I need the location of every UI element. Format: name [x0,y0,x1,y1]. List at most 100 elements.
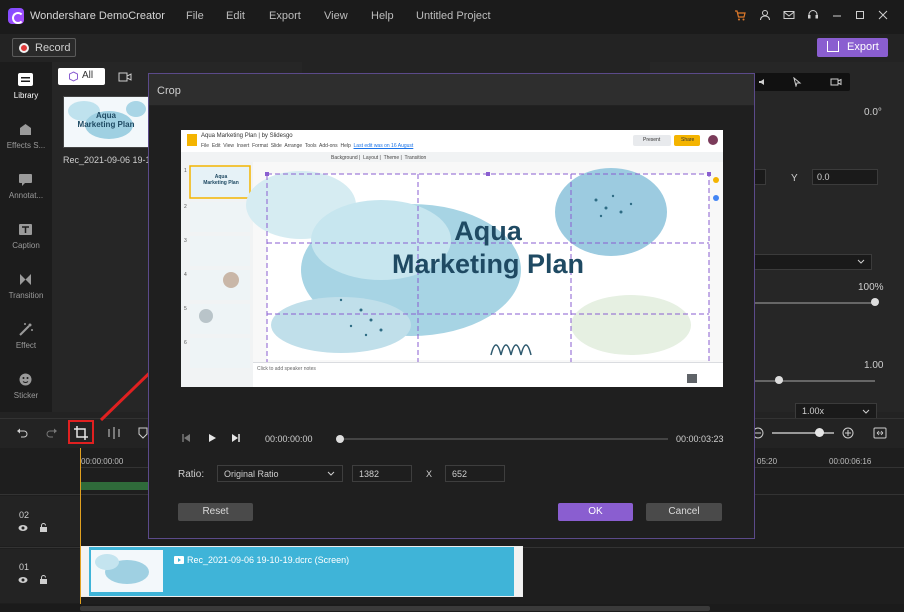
cancel-button[interactable]: Cancel [646,503,722,521]
ratio-select[interactable]: Original Ratio [217,465,343,482]
nav-effects-s-label: Effects S... [6,141,46,150]
menu-view[interactable]: View [324,10,348,22]
filmstrip-num-4: 4 [184,272,187,278]
video-tab-icon[interactable] [118,72,132,82]
title-bar: Wondershare DemoCreator File Edit Export… [0,0,904,34]
nav-transition[interactable]: Transition [0,266,52,314]
support-icon[interactable] [807,9,819,24]
timeline-scrollbar[interactable] [0,604,904,612]
nav-annotation-label: Annotat... [8,191,44,200]
mail-icon[interactable] [783,9,795,24]
clip-left-handle[interactable] [81,547,89,596]
lock-icon[interactable] [39,575,48,585]
ruler-time-start: 00:00:00:00 [81,457,124,466]
timeline-clip[interactable]: Rec_2021-09-06 19-10-19.dcrc (Screen) [80,546,523,597]
close-icon[interactable] [878,9,888,24]
nav-annotation[interactable]: Annotat... [0,166,52,214]
app-logo-icon [8,8,24,24]
slide-title-line-2: Marketing Plan [391,249,585,279]
lock-icon[interactable] [39,523,48,533]
speaker-notes: Click to add speaker notes [257,366,316,372]
eye-icon[interactable] [18,576,28,584]
user-icon[interactable] [759,9,771,24]
zoom-value: 1.00x [802,406,825,416]
menu-export[interactable]: Export [269,10,301,22]
play-icon[interactable] [207,433,217,443]
scale-slider[interactable] [755,302,875,304]
menu-file[interactable]: File [186,10,204,22]
cube-icon [69,71,78,82]
slides-toolbar: Background | Layout | Theme | Transition [331,155,427,161]
fit-timeline-icon[interactable] [873,427,887,439]
slides-menu-insert: Insert [236,143,250,149]
crop-width-value: 1382 [359,469,380,479]
thumb-title-1: Aqua [96,111,116,120]
library-clip-thumbnail[interactable]: Aqua Marketing Plan [63,96,149,148]
ruler-time-end: 00:00:06:16 [829,457,872,466]
clip-thumbnail [91,550,163,592]
app-window: Wondershare DemoCreator File Edit Export… [0,0,904,612]
app-name: Wondershare DemoCreator [30,10,165,22]
minimize-icon[interactable] [832,9,842,24]
zoom-in-icon[interactable] [842,427,854,439]
speed-slider-handle[interactable] [775,376,783,384]
record-button[interactable]: Record [12,38,76,57]
menu-edit[interactable]: Edit [226,10,245,22]
eye-icon[interactable] [18,524,28,532]
y-label: Y [791,173,798,184]
previous-frame-icon[interactable] [181,433,191,443]
slides-tool-layout: Layout [363,155,379,161]
project-title: Untitled Project [416,10,491,22]
annotation-icon [19,174,32,186]
zoom-select[interactable]: 1.00x [795,403,877,419]
filmstrip-num-6: 6 [184,340,187,346]
ratio-label: Ratio: [178,469,205,480]
speed-slider[interactable] [755,380,875,382]
export-button[interactable]: Export [817,38,888,57]
slides-menu-file: File [201,143,210,149]
webcam-icon[interactable] [830,77,842,87]
redo-icon[interactable] [46,427,58,439]
scrollbar-thumb[interactable] [80,606,710,611]
ok-button[interactable]: OK [558,503,633,521]
chevron-down-icon [862,409,870,414]
audio-waveform [80,482,150,490]
slides-menu-format: Format [252,143,268,149]
crop-width-input[interactable]: 1382 [352,465,412,482]
undo-icon[interactable] [16,427,28,439]
nav-sticker[interactable]: Sticker [0,366,52,414]
scale-slider-handle[interactable] [871,298,879,306]
nav-effect[interactable]: Effect [0,316,52,364]
props-dropdown[interactable] [752,254,872,270]
record-icon [19,43,29,53]
crop-seek-handle[interactable] [336,435,344,443]
playhead[interactable] [80,448,81,608]
volume-icon[interactable] [758,77,768,87]
crop-dialog-header: Crop [149,74,754,106]
cart-icon[interactable] [734,9,746,24]
crop-height-input[interactable]: 652 [445,465,505,482]
y-field[interactable]: 0.0 [812,169,878,185]
clip-right-handle[interactable] [514,547,522,596]
export-label: Export [847,41,879,53]
slides-menu-arrange: Arrange [284,143,303,149]
export-icon [827,41,839,52]
nav-caption[interactable]: Caption [0,216,52,264]
nav-library[interactable]: Library [0,66,52,114]
timeline-zoom-handle[interactable] [815,428,824,437]
marker-icon[interactable] [138,427,148,439]
cursor-icon[interactable] [792,77,802,87]
screen-clip-icon [174,556,184,564]
split-icon[interactable] [107,427,121,439]
nav-effects-s[interactable]: Effects S... [0,116,52,164]
tab-all[interactable]: All [58,68,105,85]
maximize-icon[interactable] [855,9,865,24]
timeline-zoom-slider[interactable] [772,432,834,434]
track-02-id: 02 [19,510,30,520]
menu-help[interactable]: Help [371,10,394,22]
next-frame-icon[interactable] [231,433,241,443]
crop-seek-bar[interactable] [340,438,668,440]
slides-tool-theme: Theme [383,155,400,161]
y-value: 0.0 [817,172,830,182]
reset-button[interactable]: Reset [178,503,253,521]
